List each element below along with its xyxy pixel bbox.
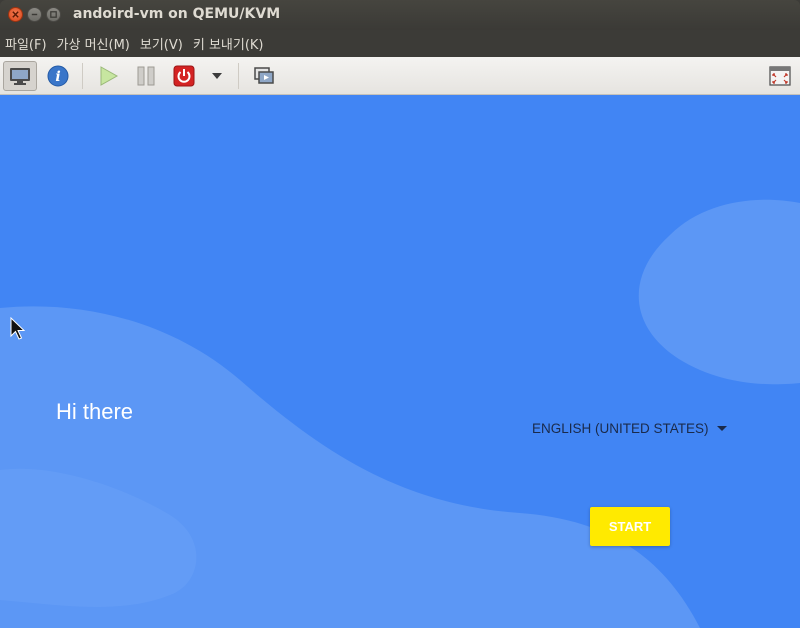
menu-send-key[interactable]: 키 보내기(K) (193, 34, 264, 53)
menu-file[interactable]: 파일(F) (5, 34, 47, 53)
shutdown-button[interactable] (171, 61, 197, 91)
vm-display[interactable]: Hi there ENGLISH (UNITED STATES) START (0, 95, 800, 628)
mouse-pointer-icon (10, 317, 26, 340)
window-title: andoird-vm on QEMU/KVM (73, 6, 281, 22)
minimize-icon (31, 13, 38, 16)
background-waves (0, 199, 800, 628)
shutdown-menu-button[interactable] (208, 61, 226, 91)
menu-virtual-machine[interactable]: 가상 머신(M) (57, 34, 130, 53)
dropdown-arrow-icon (212, 73, 222, 79)
pause-button[interactable] (133, 61, 159, 91)
greeting-text: Hi there (56, 399, 134, 424)
run-button[interactable] (95, 61, 121, 91)
monitor-icon (10, 68, 30, 85)
menu-bar: 파일(F) 가상 머신(M) 보기(V) 키 보내기(K) (0, 30, 800, 57)
minimize-window-button[interactable] (27, 7, 42, 22)
console-view-button[interactable] (3, 61, 37, 91)
play-icon (100, 66, 119, 86)
maximize-icon (50, 11, 57, 18)
maximize-window-button[interactable] (46, 7, 61, 22)
language-selector[interactable]: ENGLISH (UNITED STATES) (532, 421, 727, 436)
toolbar-separator (82, 63, 83, 89)
toolbar: i (0, 57, 800, 95)
snapshot-icon (254, 67, 274, 84)
caret-down-icon (716, 426, 727, 431)
close-icon (12, 11, 19, 18)
toolbar-separator (238, 63, 239, 89)
fullscreen-icon (769, 66, 791, 86)
svg-text:i: i (55, 69, 60, 85)
info-icon: i (47, 65, 69, 87)
start-button[interactable]: START (590, 507, 670, 546)
snapshots-button[interactable] (251, 61, 277, 91)
details-button[interactable]: i (44, 61, 72, 91)
pause-icon (137, 66, 155, 86)
language-selector-label: ENGLISH (UNITED STATES) (532, 421, 709, 436)
window-titlebar[interactable]: andoird-vm on QEMU/KVM (0, 0, 800, 30)
fullscreen-button[interactable] (767, 61, 793, 91)
menu-view[interactable]: 보기(V) (140, 34, 183, 53)
power-icon (173, 65, 195, 87)
close-window-button[interactable] (8, 7, 23, 22)
